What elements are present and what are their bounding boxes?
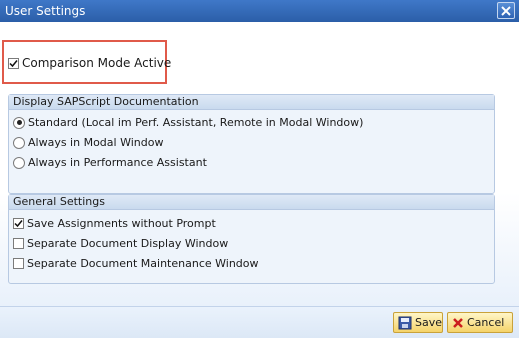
- checkbox-label: Separate Document Display Window: [27, 237, 229, 250]
- radio-always-performance[interactable]: Always in Performance Assistant: [13, 156, 207, 169]
- cancel-icon: [452, 317, 464, 329]
- close-button[interactable]: [497, 2, 515, 19]
- radio-button[interactable]: [13, 156, 25, 169]
- save-icon: [398, 316, 412, 330]
- group-title: General Settings: [9, 195, 494, 210]
- separate-maintenance-row[interactable]: Separate Document Maintenance Window: [13, 257, 259, 270]
- window-title: User Settings: [5, 4, 86, 18]
- separate-display-checkbox[interactable]: [13, 238, 24, 249]
- display-documentation-group: Display SAPScript Documentation Standard…: [8, 94, 495, 194]
- radio-always-modal[interactable]: Always in Modal Window: [13, 136, 163, 149]
- separate-maintenance-checkbox[interactable]: [13, 258, 24, 269]
- separate-display-row[interactable]: Separate Document Display Window: [13, 237, 228, 250]
- title-bar: User Settings: [0, 0, 519, 22]
- radio-button[interactable]: [13, 136, 25, 149]
- radio-standard[interactable]: Standard (Local im Perf. Assistant, Remo…: [13, 116, 363, 129]
- comparison-mode-label: Comparison Mode Active: [22, 56, 172, 70]
- save-button[interactable]: Save: [393, 312, 443, 333]
- radio-selected-dot: [16, 120, 22, 125]
- checkbox-label: Save Assignments without Prompt: [27, 217, 216, 230]
- dialog-content: Comparison Mode Active Display SAPScript…: [0, 22, 519, 306]
- cancel-button[interactable]: Cancel: [447, 312, 513, 333]
- comparison-mode-checkbox-row[interactable]: Comparison Mode Active: [8, 56, 171, 70]
- cancel-label: Cancel: [467, 316, 505, 329]
- checkmark-icon: [9, 59, 18, 67]
- save-assignments-checkbox[interactable]: [13, 218, 24, 229]
- dialog-footer: Save Cancel: [0, 306, 519, 338]
- save-assignments-row[interactable]: Save Assignments without Prompt: [13, 217, 216, 230]
- checkmark-icon: [14, 220, 23, 228]
- general-settings-group: General Settings Save Assignments withou…: [8, 194, 495, 284]
- radio-label: Standard (Local im Perf. Assistant, Remo…: [28, 116, 364, 129]
- close-icon: [501, 5, 511, 16]
- group-title: Display SAPScript Documentation: [9, 95, 494, 110]
- comparison-mode-checkbox[interactable]: [8, 57, 19, 69]
- radio-label: Always in Modal Window: [28, 136, 164, 149]
- save-label: Save: [415, 316, 443, 329]
- checkbox-label: Separate Document Maintenance Window: [27, 257, 259, 270]
- radio-label: Always in Performance Assistant: [28, 156, 207, 169]
- radio-button[interactable]: [13, 116, 25, 129]
